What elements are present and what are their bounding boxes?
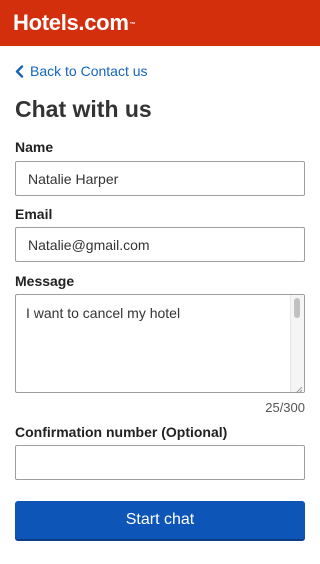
message-label: Message [15, 273, 75, 289]
scrollbar-thumb[interactable] [294, 298, 300, 318]
top-header: Hotels.com™ [0, 0, 320, 46]
name-field[interactable] [15, 161, 305, 196]
message-scrollbar[interactable] [290, 295, 304, 392]
message-box: I want to cancel my hotel [15, 294, 305, 394]
trademark-symbol: ™ [129, 22, 136, 28]
hotels-logo[interactable]: Hotels.com™ [13, 10, 136, 36]
chevron-left-icon [15, 64, 30, 78]
message-textarea[interactable]: I want to cancel my hotel [16, 295, 291, 392]
email-field[interactable] [15, 227, 305, 262]
name-label: Name [15, 139, 54, 155]
confirmation-label: Confirmation number (Optional) [15, 424, 228, 440]
start-chat-button[interactable]: Start chat [15, 501, 305, 539]
character-count: 25/300 [265, 400, 305, 415]
logo-text: Hotels.com [13, 10, 129, 35]
resize-grip-icon[interactable] [293, 381, 303, 394]
back-link-label: Back to Contact us [30, 63, 148, 79]
back-to-contact-link[interactable]: Back to Contact us [15, 62, 148, 80]
page-title: Chat with us [15, 96, 152, 122]
confirmation-number-field[interactable] [15, 445, 305, 480]
email-label: Email [15, 206, 53, 222]
